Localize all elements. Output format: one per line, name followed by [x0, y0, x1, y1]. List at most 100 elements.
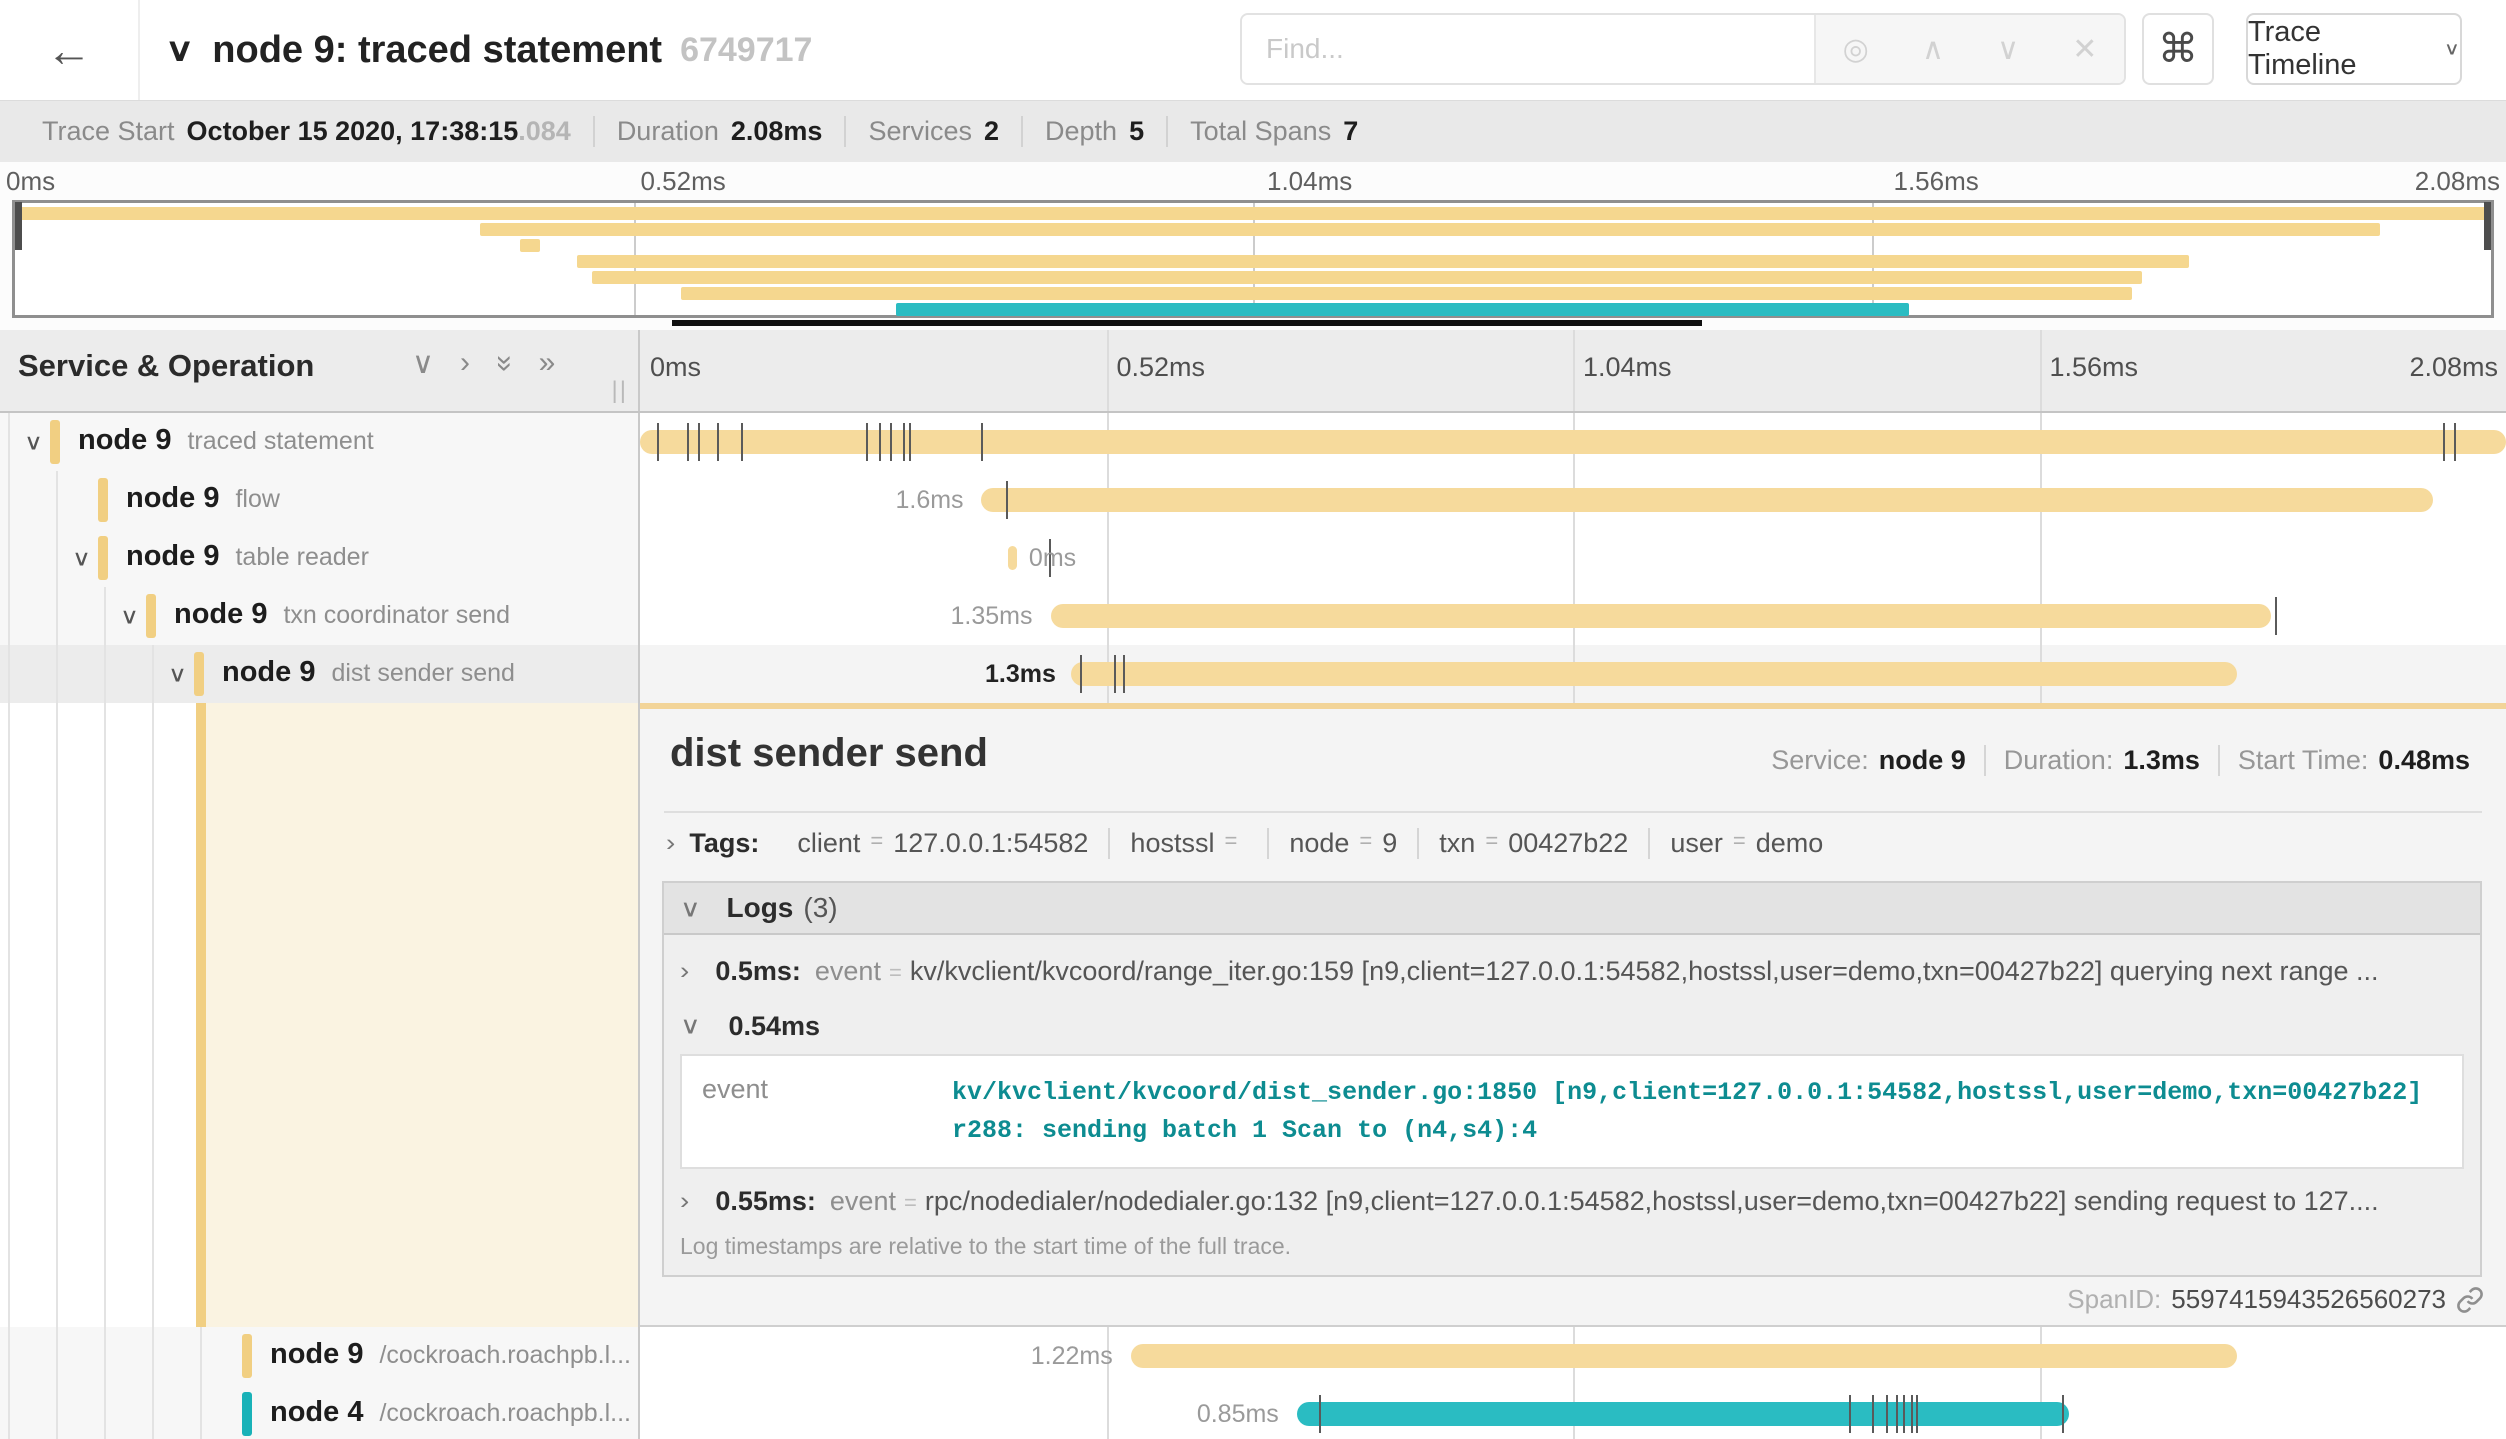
detail-divider	[664, 811, 2482, 813]
logs-label: Logs	[727, 892, 794, 924]
logs-header[interactable]: ∨ Logs (3)	[664, 883, 2480, 935]
view-selector-label: Trace Timeline	[2248, 16, 2432, 82]
command-icon: ⌘	[2158, 26, 2198, 72]
tags-section[interactable]: › Tags: client=127.0.0.1:54582 hostssl= …	[666, 827, 1843, 859]
expand-one-icon[interactable]: ›	[460, 346, 470, 381]
log-tick-mark	[1916, 1395, 1918, 1433]
timeline-axis-header: 0ms0.52ms1.04ms1.56ms2.08ms	[640, 330, 2506, 411]
indent-guide	[104, 1385, 106, 1439]
log-entry-1[interactable]: › 0.5ms: event = kv/kvclient/kvcoord/ran…	[664, 935, 2480, 993]
log-tick-mark	[717, 423, 719, 461]
back-button[interactable]: ←	[0, 0, 140, 100]
indent-guide	[104, 1327, 106, 1385]
axis-tick-label: 1.04ms	[1583, 352, 1672, 383]
span-tree-item[interactable]: ∨node 9txn coordinator send	[0, 587, 640, 645]
span-duration-label: 1.6ms	[895, 486, 963, 515]
view-selector-button[interactable]: Trace Timeline ∨	[2246, 13, 2462, 85]
trace-summary-bar: Trace Start October 15 2020, 17:38:15.08…	[0, 100, 2506, 162]
span-timeline-cell[interactable]: 1.3ms	[640, 645, 2506, 703]
depth-value: 5	[1129, 116, 1144, 147]
span-expander-icon[interactable]: ∨	[24, 429, 43, 455]
span-duration-bar[interactable]	[1071, 662, 2237, 686]
service-name: node 9dist sender send	[222, 656, 515, 689]
prev-result-icon[interactable]: ∧	[1922, 32, 1944, 67]
deep-link-icon[interactable]	[2456, 1286, 2484, 1314]
log-tick-mark	[1123, 655, 1125, 693]
service-name: node 9table reader	[126, 540, 369, 573]
service-color-chip	[194, 652, 204, 696]
log-tick-mark	[1006, 481, 1008, 519]
minimap-right-drag-handle[interactable]	[2484, 202, 2491, 250]
span-detail-row: dist sender send Service:node 9 Duration…	[0, 703, 2506, 1327]
span-tree-item[interactable]: node 9flow	[0, 471, 640, 529]
row-gridline	[1107, 1385, 1109, 1439]
next-result-icon[interactable]: ∨	[1997, 32, 2019, 67]
total-spans-item: Total Spans 7	[1166, 116, 1380, 147]
log2-collapse-icon[interactable]: ∨	[680, 1011, 701, 1039]
span-duration-bar[interactable]	[640, 430, 2506, 454]
find-bar: ◎ ∧ ∨ ✕	[1240, 13, 2126, 85]
span-duration-bar[interactable]	[981, 488, 2433, 512]
locate-icon[interactable]: ◎	[1843, 32, 1869, 67]
log-tick-mark	[909, 423, 911, 461]
span-timeline-cell[interactable]	[640, 413, 2506, 471]
span-duration-bar[interactable]	[1131, 1344, 2238, 1368]
span-expander-icon[interactable]: ∨	[72, 545, 91, 571]
span-tree-item[interactable]: node 4/cockroach.roachpb.l...	[0, 1385, 640, 1439]
log3-expand-icon[interactable]: ›	[680, 1187, 689, 1214]
span-duration-bar[interactable]	[1008, 546, 1017, 570]
find-tools: ◎ ∧ ∨ ✕	[1814, 15, 2124, 83]
logs-collapse-icon[interactable]: ∨	[680, 894, 701, 922]
span-tree-item[interactable]: ∨ node 9traced statement	[0, 413, 640, 471]
span-row-flow: node 9flow 1.6ms	[0, 471, 2506, 529]
trace-start-label: Trace Start	[42, 116, 175, 147]
keyboard-shortcuts-button[interactable]: ⌘	[2142, 13, 2214, 85]
depth-item: Depth 5	[1021, 116, 1166, 147]
trace-start-ms: .084	[518, 116, 571, 146]
service-name: node 9traced statement	[78, 424, 374, 457]
log-entry-2-header[interactable]: ∨ 0.54ms	[664, 993, 2480, 1052]
log-tick-mark	[741, 423, 743, 461]
log-entry-3[interactable]: › 0.55ms: event = rpc/nodedialer/nodedia…	[664, 1175, 2480, 1223]
span-row-txn-coordinator-send: ∨node 9txn coordinator send1.35ms	[0, 587, 2506, 645]
collapse-all-icon[interactable]: »	[487, 355, 522, 372]
collapse-trace-chevron-icon[interactable]: ∨	[165, 32, 194, 69]
indent-guide	[56, 529, 58, 587]
column-resizer-grip[interactable]: ||	[612, 377, 628, 405]
clear-search-icon[interactable]: ✕	[2072, 32, 2097, 67]
axis-tick-label: 1.56ms	[2050, 352, 2139, 383]
span-tree-item[interactable]: node 9/cockroach.roachpb.l...	[0, 1327, 640, 1385]
minimap-scrollbar-thumb[interactable]	[672, 320, 1702, 326]
duration-item: Duration 2.08ms	[593, 116, 845, 147]
log-tick-mark	[890, 423, 892, 461]
find-input[interactable]	[1242, 15, 1814, 83]
duration-value: 2.08ms	[731, 116, 823, 147]
span-timeline-cell[interactable]: 1.6ms	[640, 471, 2506, 529]
span-expander-icon[interactable]: ∨	[120, 603, 139, 629]
span-timeline-cell[interactable]: 0.85ms	[640, 1385, 2506, 1439]
span-duration-bar[interactable]	[1051, 604, 2271, 628]
minimap-canvas[interactable]	[12, 200, 2494, 318]
span-duration-bar[interactable]	[1297, 1402, 2070, 1426]
span-tree-item[interactable]: ∨ node 9table reader	[0, 529, 640, 587]
tags-expand-icon[interactable]: ›	[666, 829, 675, 856]
span-timeline-cell[interactable]: 0ms	[640, 529, 2506, 587]
log1-expand-icon[interactable]: ›	[680, 957, 689, 984]
span-tree-item[interactable]: ∨ node 9dist sender send	[0, 645, 640, 703]
indent-guide	[56, 587, 58, 645]
log-tick-mark	[687, 423, 689, 461]
indent-guide	[8, 645, 10, 703]
row-gridline	[1107, 529, 1109, 587]
service-color-chip	[146, 594, 156, 638]
expand-all-icon[interactable]: »	[539, 346, 556, 381]
minimap-left-drag-handle[interactable]	[15, 202, 22, 250]
row-gridline	[2040, 529, 2042, 587]
log2-time: 0.54ms	[729, 1011, 821, 1042]
operation-name: table reader	[235, 543, 368, 571]
span-timeline-cell[interactable]: 1.22ms	[640, 1327, 2506, 1385]
collapse-one-icon[interactable]: ∨	[412, 346, 434, 381]
span-expander-icon[interactable]: ∨	[168, 661, 187, 687]
span-timeline-cell[interactable]: 1.35ms	[640, 587, 2506, 645]
operation-name: /cockroach.roachpb.l...	[379, 1341, 631, 1369]
indent-guide	[8, 1385, 10, 1439]
